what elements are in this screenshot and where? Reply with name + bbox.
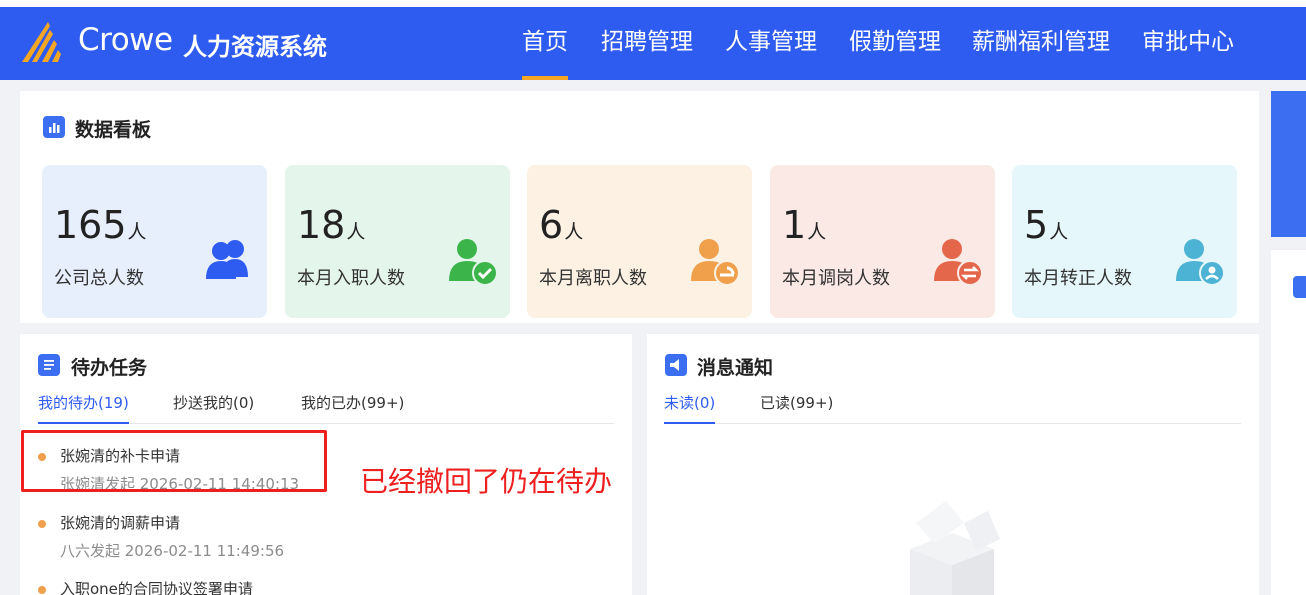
system-name: 人力资源系统	[183, 33, 327, 61]
stat-card-total[interactable]: 165人 公司总人数	[42, 165, 267, 318]
stat-card-transfer[interactable]: 1人 本月调岗人数	[770, 165, 995, 318]
dashboard-title: 数据看板	[75, 119, 152, 141]
todo-item[interactable]: 入职one的合同协议签署申请	[38, 573, 338, 595]
stat-card-regular[interactable]: 5人 本月转正人数	[1012, 165, 1237, 318]
user-leave-icon	[691, 239, 740, 286]
user-check-icon	[449, 239, 498, 286]
stat-card-leave[interactable]: 6人 本月离职人数	[527, 165, 752, 318]
top-strip	[0, 0, 1306, 7]
nav-recruitment[interactable]: 招聘管理	[601, 7, 693, 80]
right-banner	[1271, 91, 1306, 237]
todo-item-title: 张婉清的调薪申请	[60, 514, 181, 532]
status-dot	[38, 520, 46, 528]
stat-label: 本月入职人数	[297, 268, 405, 289]
right-card	[1271, 250, 1306, 595]
todo-title: 待办任务	[71, 357, 148, 379]
stat-value: 1人	[782, 203, 827, 247]
tab-active-indicator	[664, 422, 715, 424]
status-dot	[38, 586, 46, 594]
brand-name: Crowe	[78, 22, 173, 58]
nav-home[interactable]: 首页	[522, 7, 568, 80]
stat-value: 5人	[1024, 203, 1069, 247]
stat-value: 165人	[54, 203, 147, 247]
nav-attendance[interactable]: 假勤管理	[849, 7, 941, 80]
nav-payroll[interactable]: 薪酬福利管理	[972, 7, 1110, 80]
nav-approval[interactable]: 审批中心	[1142, 7, 1234, 80]
todo-item-meta: 八六发起 2026-02-11 11:49:56	[60, 542, 285, 560]
stat-label: 本月调岗人数	[782, 268, 890, 289]
todo-item[interactable]: 张婉清的调薪申请 八六发起 2026-02-11 11:49:56	[38, 507, 338, 563]
tab-read[interactable]: 已读(99+)	[760, 392, 833, 413]
tab-cc-me[interactable]: 抄送我的(0)	[173, 392, 254, 413]
stat-value: 6人	[539, 203, 584, 247]
stat-label: 本月转正人数	[1024, 268, 1132, 289]
crowe-logo-icon	[22, 22, 61, 62]
tab-my-todo[interactable]: 我的待办(19)	[38, 392, 129, 413]
nav-personnel[interactable]: 人事管理	[725, 7, 817, 80]
notice-title: 消息通知	[697, 357, 774, 379]
chart-icon	[43, 116, 65, 138]
people-group-icon	[206, 240, 248, 279]
annotation-highlight-box	[21, 430, 327, 492]
stat-value: 18人	[297, 203, 366, 247]
tab-active-indicator	[38, 422, 129, 424]
user-regular-icon	[1176, 239, 1225, 286]
stat-label: 本月离职人数	[539, 268, 647, 289]
tab-unread[interactable]: 未读(0)	[664, 392, 715, 413]
user-transfer-icon	[934, 239, 983, 286]
right-card-icon	[1293, 276, 1306, 298]
todo-item-title: 入职one的合同协议签署申请	[60, 580, 253, 595]
annotation-text: 已经撤回了仍在待办	[360, 465, 613, 498]
tab-divider	[664, 423, 1241, 424]
empty-box-icon	[910, 501, 1000, 595]
tab-my-done[interactable]: 我的已办(99+)	[301, 392, 404, 413]
stat-card-onboard[interactable]: 18人 本月入职人数	[285, 165, 510, 318]
stat-label: 公司总人数	[54, 268, 144, 289]
task-list-icon	[38, 354, 60, 376]
speaker-icon	[665, 354, 687, 376]
